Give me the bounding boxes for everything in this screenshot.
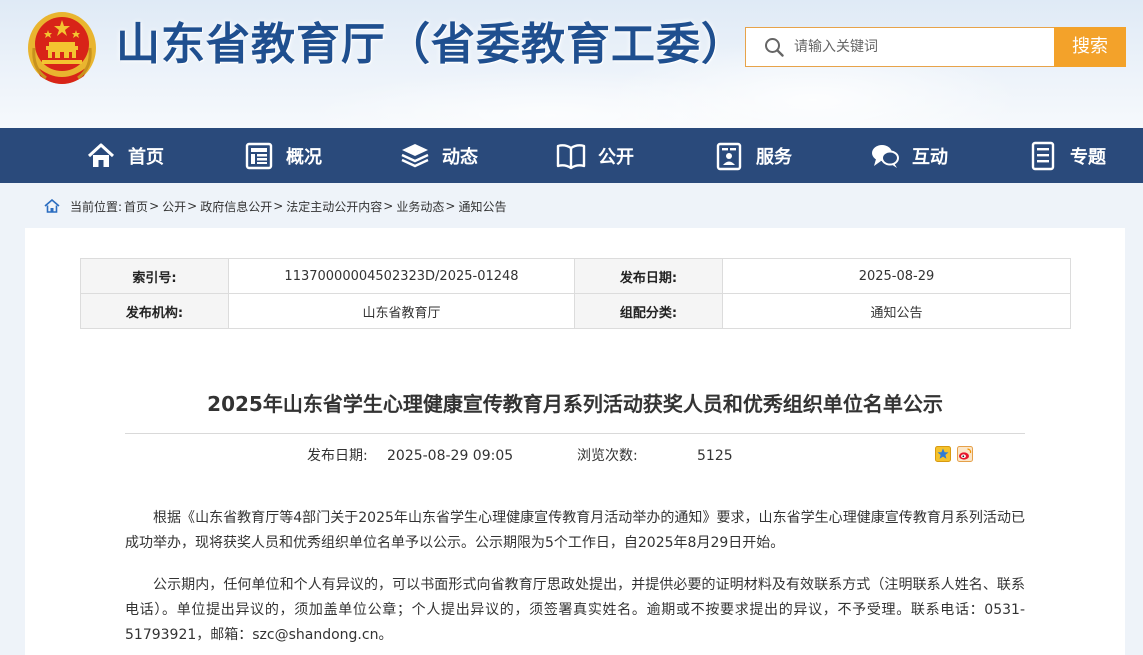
site-header: 山东省教育厅（省委教育工委） 搜索 [0,0,1143,128]
chat-icon [872,144,899,168]
open-book-icon [556,143,586,169]
search-icon [765,38,784,57]
category-value: 通知公告 [722,293,1071,329]
breadcrumb-notices[interactable]: 通知公告 [458,198,506,215]
nav-label: 动态 [442,146,478,168]
nav-item-overview[interactable]: 概况 [244,128,322,183]
topic-icon [1031,141,1055,170]
table-row: 发布机构: 山东省教育厅 组配分类: 通知公告 [80,293,1071,329]
publish-date-value: 2025-08-29 09:05 [387,448,514,464]
nav-item-interact[interactable]: 互动 [870,128,948,183]
search-input[interactable] [794,28,1052,66]
breadcrumb-prefix: 当前位置: [70,199,123,214]
nav-item-topic[interactable]: 专题 [1028,128,1106,183]
index-label: 索引号: [80,258,229,294]
home-icon [87,143,115,167]
nav-item-home[interactable]: 首页 [86,128,164,183]
category-label: 组配分类: [574,293,723,329]
service-icon [716,142,742,170]
nav-label: 概况 [286,146,322,168]
nav-label: 公开 [598,146,634,168]
view-count-label: 浏览次数: [577,448,638,464]
table-row: 索引号: 11370000004502323D/2025-01248 发布日期:… [80,258,1071,294]
main-nav: 首页 概况 动态 公开 服务 互动 专题 [0,128,1143,183]
home-icon [44,199,60,213]
breadcrumb-statutory[interactable]: 法定主动公开内容 [286,198,382,215]
nav-label: 服务 [756,146,792,168]
search-box: 搜索 [745,27,1126,67]
breadcrumb-home[interactable]: 首页 [124,198,148,215]
nav-label: 首页 [128,146,164,168]
breadcrumb: 当前位置: 首页 > 公开 > 政府信息公开 > 法定主动公开内容 > 业务动态 > 通知… [44,196,506,216]
breadcrumb-separator: > [187,199,198,213]
nav-item-news[interactable]: 动态 [400,128,478,183]
publish-date-label: 发布日期: [307,448,368,464]
national-emblem-icon [28,12,96,84]
article-panel: 索引号: 11370000004502323D/2025-01248 发布日期:… [25,228,1125,655]
breadcrumb-open[interactable]: 公开 [162,198,186,215]
view-count-value: 5125 [697,448,733,464]
nav-item-open[interactable]: 公开 [556,128,634,183]
overview-icon [245,142,273,169]
nav-label: 专题 [1070,146,1106,168]
breadcrumb-business-news[interactable]: 业务动态 [396,198,444,215]
metadata-table: 索引号: 11370000004502323D/2025-01248 发布日期:… [80,258,1071,329]
site-title: 山东省教育厅（省委教育工委） [116,19,746,70]
article-paragraph: 公示期内，任何单位和个人有异议的，可以书面形式向省教育厅思政处提出，并提供必要的… [125,577,1025,643]
date-label: 发布日期: [574,258,723,294]
weibo-share-icon[interactable] [957,446,973,462]
title-divider [125,433,1025,434]
news-stack-icon [401,143,429,167]
nav-item-service[interactable]: 服务 [714,128,792,183]
qzone-share-icon[interactable] [935,446,951,462]
breadcrumb-separator: > [149,199,160,213]
breadcrumb-separator: > [383,199,394,213]
index-value: 11370000004502323D/2025-01248 [228,258,575,294]
org-value: 山东省教育厅 [228,293,575,329]
nav-label: 互动 [912,146,948,168]
article-title: 2025年山东省学生心理健康宣传教育月系列活动获奖人员和优秀组织单位名单公示 [207,392,943,416]
org-label: 发布机构: [80,293,229,329]
breadcrumb-separator: > [273,199,284,213]
article-paragraph: 根据《山东省教育厅等4部门关于2025年山东省学生心理健康宣传教育月活动举办的通… [125,510,1025,551]
date-value: 2025-08-29 [722,258,1071,294]
breadcrumb-separator: > [445,199,456,213]
breadcrumb-gov-info[interactable]: 政府信息公开 [200,198,272,215]
search-button[interactable]: 搜索 [1054,27,1126,67]
